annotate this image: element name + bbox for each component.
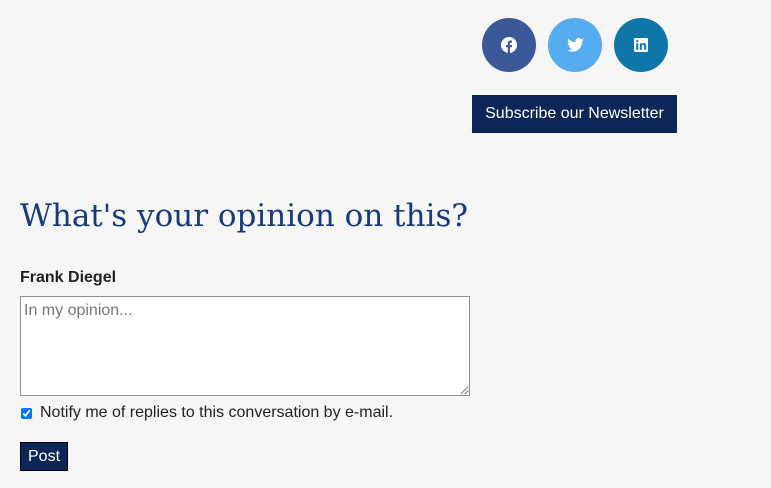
facebook-share-button[interactable]: [482, 18, 536, 72]
social-share-bar: [482, 18, 668, 72]
subscribe-newsletter-button[interactable]: Subscribe our Newsletter: [472, 95, 677, 133]
notify-replies-label: Notify me of replies to this conversatio…: [40, 404, 394, 421]
twitter-share-button[interactable]: [548, 18, 602, 72]
notify-replies-option[interactable]: Notify me of replies to this conversatio…: [20, 404, 393, 422]
linkedin-share-button[interactable]: [614, 18, 668, 72]
linkedin-icon: [634, 38, 648, 52]
comment-section-title: What's your opinion on this?: [20, 198, 469, 234]
notify-replies-checkbox[interactable]: [21, 407, 32, 419]
comment-textarea[interactable]: [20, 296, 470, 396]
post-comment-button[interactable]: Post: [20, 442, 69, 471]
twitter-icon: [566, 38, 584, 52]
comment-author-name: Frank Diegel: [20, 269, 117, 286]
facebook-icon: [501, 37, 517, 53]
